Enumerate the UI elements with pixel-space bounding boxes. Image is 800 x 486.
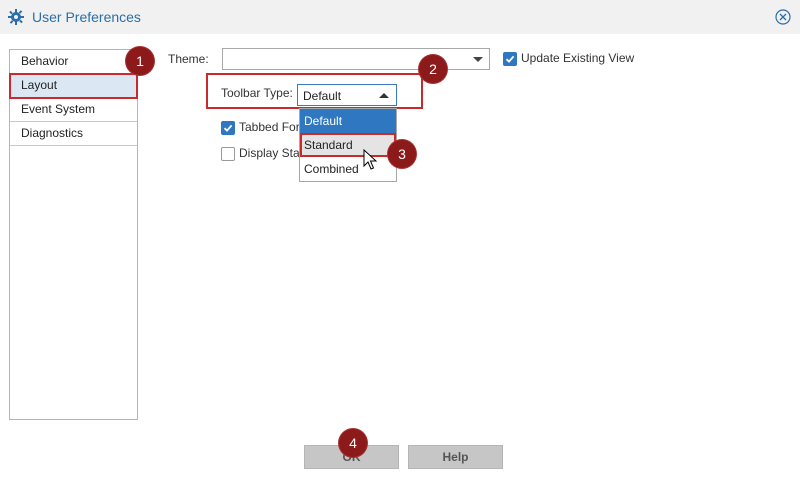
update-existing-view-label: Update Existing View <box>521 51 635 65</box>
sidebar-item-label: Event System <box>21 102 96 116</box>
sidebar-item-label: Diagnostics <box>21 126 84 140</box>
step-badge-4: 4 <box>339 429 367 457</box>
step-badge-2: 2 <box>419 55 447 83</box>
toolbar-type-value: Default <box>303 89 342 103</box>
sidebar-item-layout[interactable]: Layout <box>9 73 138 99</box>
toolbar-type-select[interactable]: Default <box>297 84 397 106</box>
mouse-cursor-icon <box>363 149 377 170</box>
update-existing-view-checkbox[interactable] <box>503 52 517 66</box>
tabbed-checkbox[interactable] <box>221 121 235 135</box>
option-combined[interactable]: Combined <box>300 157 396 181</box>
sidebar-item-behavior[interactable]: Behavior <box>10 50 137 74</box>
sidebar: Behavior Layout Event System Diagnostics <box>9 49 138 420</box>
sidebar-item-event-system[interactable]: Event System <box>10 98 137 122</box>
chevron-down-icon <box>473 57 483 62</box>
sidebar-item-label: Layout <box>21 78 58 92</box>
option-standard[interactable]: Standard <box>300 133 396 157</box>
chevron-up-icon <box>379 93 389 98</box>
checkmark-icon <box>505 55 515 63</box>
theme-label: Theme: <box>168 52 209 66</box>
sidebar-item-diagnostics[interactable]: Diagnostics <box>10 122 137 146</box>
window-title: User Preferences <box>32 9 141 25</box>
tabbed-label: Tabbed For <box>239 120 300 134</box>
title-bar: User Preferences <box>0 0 800 34</box>
step-badge-3: 3 <box>388 140 416 168</box>
toolbar-type-label: Toolbar Type: <box>221 86 293 100</box>
option-label: Default <box>304 114 343 128</box>
help-button[interactable]: Help <box>408 445 503 469</box>
theme-select[interactable] <box>222 48 490 70</box>
checkmark-icon <box>223 124 233 132</box>
option-label: Standard <box>304 138 353 152</box>
close-icon[interactable] <box>775 9 791 25</box>
option-label: Combined <box>304 162 359 176</box>
sidebar-item-label: Behavior <box>21 54 69 68</box>
step-badge-1: 1 <box>126 47 154 75</box>
display-label: Display Sta <box>239 146 300 160</box>
option-default[interactable]: Default <box>300 109 396 133</box>
gear-icon <box>8 9 24 25</box>
toolbar-type-dropdown: Default Standard Combined <box>299 108 397 182</box>
display-checkbox[interactable] <box>221 147 235 161</box>
